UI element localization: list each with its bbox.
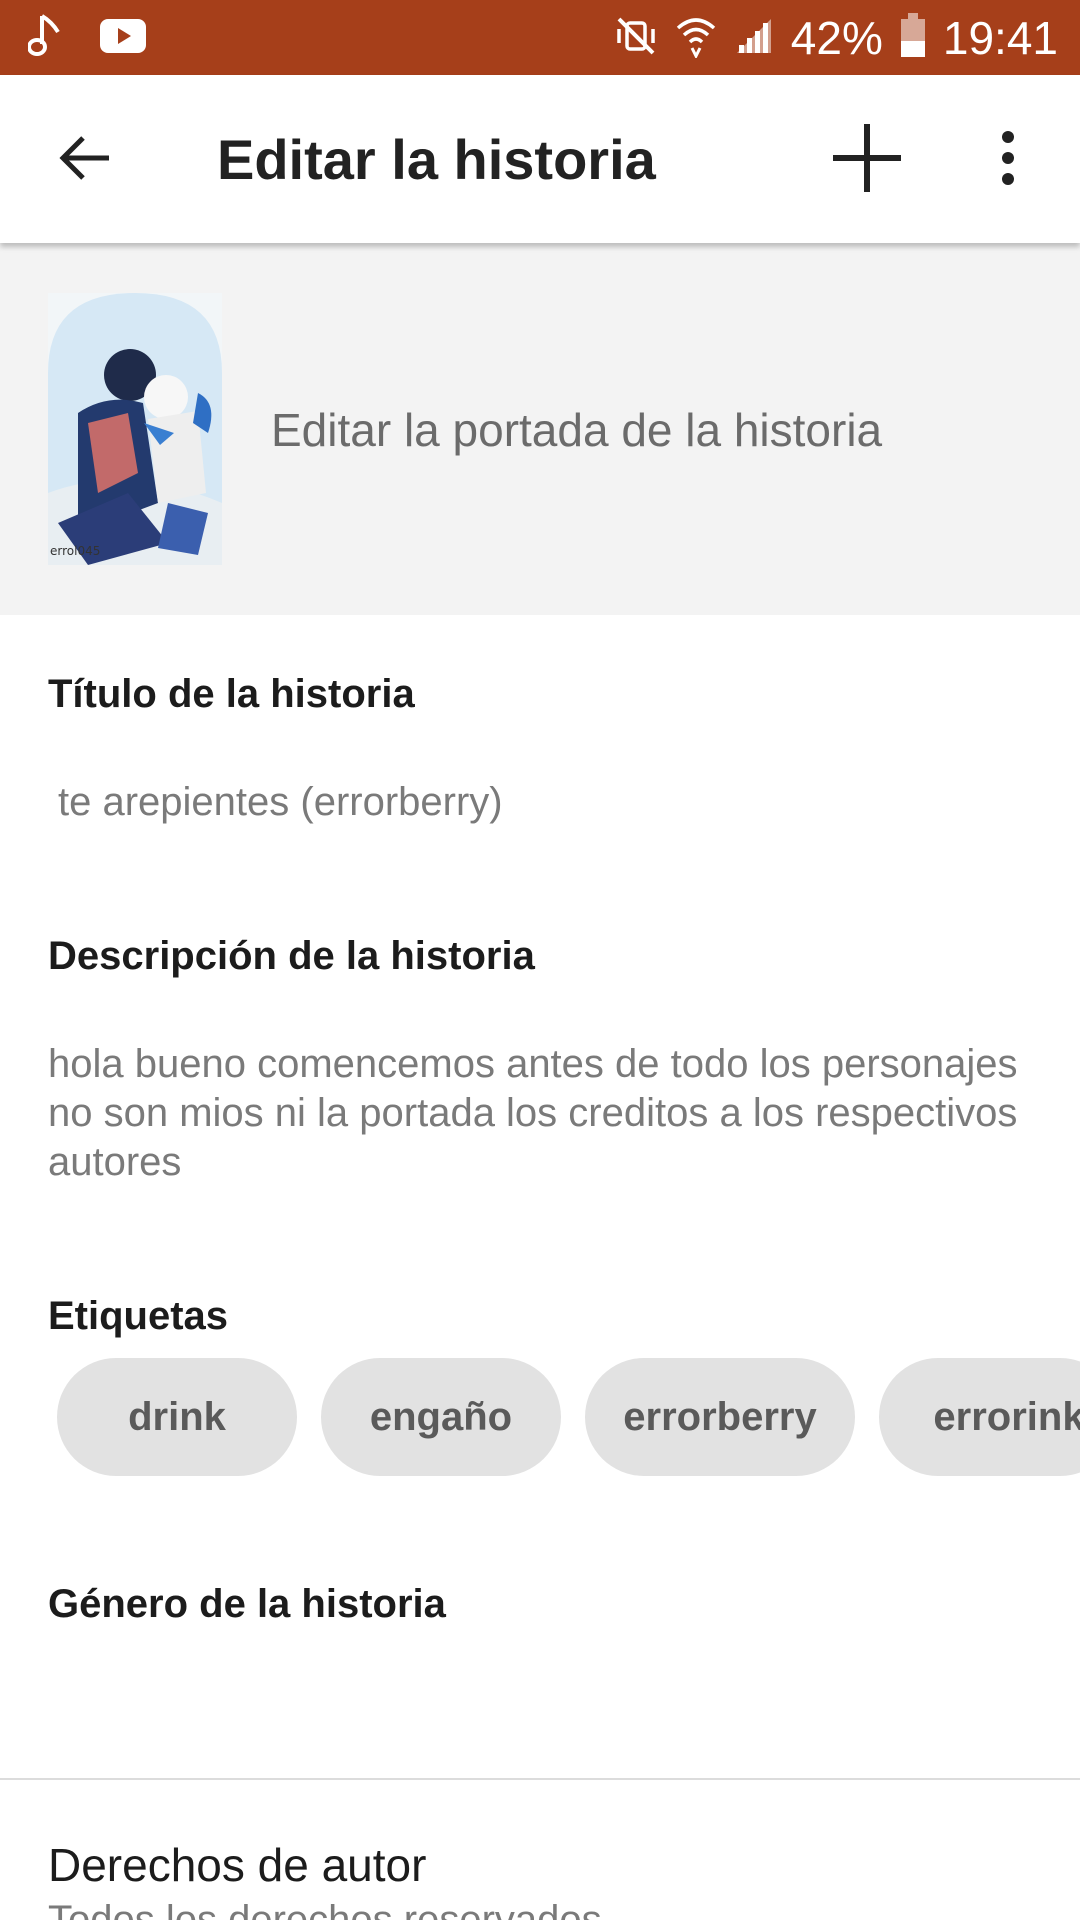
- add-part-button[interactable]: [822, 113, 912, 203]
- mute-vibrate-icon: [615, 15, 657, 62]
- tag-chip[interactable]: errorberry: [585, 1358, 855, 1476]
- tag-chip[interactable]: drink: [57, 1358, 297, 1476]
- edit-cover-row[interactable]: errol045 Editar la portada de la histori…: [0, 243, 1080, 615]
- clock: 19:41: [942, 12, 1058, 64]
- tag-chip[interactable]: errorink: [879, 1358, 1080, 1476]
- copyright-value[interactable]: Todos los derechos reservados: [48, 1898, 602, 1920]
- story-genre-label: Género de la historia: [48, 1582, 446, 1626]
- battery-icon: [900, 13, 925, 57]
- cover-thumbnail[interactable]: errol045: [48, 293, 222, 565]
- edit-cover-label: Editar la portada de la historia: [271, 404, 883, 456]
- story-title-label: Título de la historia: [48, 672, 415, 716]
- more-options-button[interactable]: [982, 113, 1034, 203]
- app-bar: Editar la historia: [0, 75, 1080, 243]
- arrow-left-icon: [59, 136, 109, 180]
- divider: [0, 1778, 1080, 1780]
- signal-icon: [735, 17, 773, 60]
- plus-icon: [833, 124, 901, 192]
- tag-chip[interactable]: engaño: [321, 1358, 561, 1476]
- cover-watermark: errol045: [50, 544, 100, 558]
- tags-list: drink engaño errorberry errorink: [57, 1358, 1080, 1476]
- copyright-label: Derechos de autor: [48, 1839, 427, 1891]
- story-description-label: Descripción de la historia: [48, 934, 535, 978]
- status-bar: 42% 19:41: [0, 0, 1080, 75]
- back-button[interactable]: [50, 123, 120, 193]
- story-title-field[interactable]: te arepientes (errorberry): [58, 778, 503, 827]
- story-description-field[interactable]: hola bueno comencemos antes de todo los …: [48, 1040, 1038, 1187]
- tags-label: Etiquetas: [48, 1294, 229, 1338]
- page-title: Editar la historia: [217, 128, 656, 191]
- youtube-icon: [100, 19, 146, 58]
- wifi-icon: [675, 14, 717, 63]
- battery-percent: 42%: [790, 12, 883, 64]
- more-vert-icon: [1002, 131, 1014, 185]
- music-note-icon: [27, 14, 62, 63]
